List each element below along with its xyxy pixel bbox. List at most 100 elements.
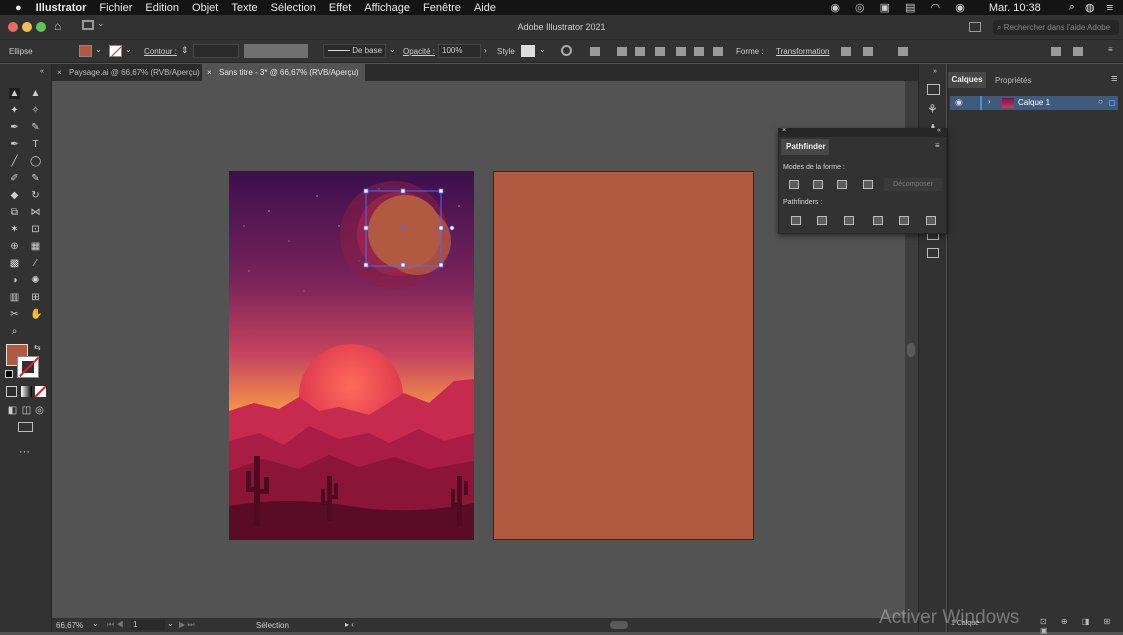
transform-panel-icon[interactable] bbox=[927, 248, 939, 258]
color-mode-icon[interactable] bbox=[6, 386, 17, 397]
opacity-arrow-icon[interactable]: › bbox=[484, 46, 487, 55]
stroke-weight-input[interactable] bbox=[193, 44, 239, 58]
align-bottom-icon[interactable] bbox=[713, 47, 723, 56]
rotate-tool-icon[interactable]: ↻ bbox=[30, 190, 41, 201]
layer-name[interactable]: Calque 1 bbox=[1018, 98, 1050, 107]
minus-back-icon[interactable] bbox=[926, 216, 936, 225]
tab-close-icon[interactable]: × bbox=[207, 64, 212, 81]
intersect-icon[interactable] bbox=[837, 180, 847, 189]
outline-icon[interactable] bbox=[899, 216, 909, 225]
paintbrush-tool-icon[interactable]: ✐ bbox=[9, 173, 20, 184]
help-search-field[interactable]: ⌕ Rechercher dans l'aide Adobe bbox=[993, 20, 1119, 35]
line-tool-icon[interactable]: ╱ bbox=[9, 156, 20, 167]
shape-builder-tool-icon[interactable]: ⊕ bbox=[9, 241, 20, 252]
crop-icon[interactable] bbox=[873, 216, 883, 225]
pathfinder-collapse-icon[interactable]: « bbox=[937, 127, 941, 134]
merge-icon[interactable] bbox=[844, 216, 854, 225]
artboard-landscape[interactable] bbox=[229, 171, 474, 540]
status-arrow-icon[interactable]: ▸ ‹ bbox=[345, 620, 354, 629]
symbol-sprayer-tool-icon[interactable]: ✺ bbox=[30, 275, 41, 286]
align-left-icon[interactable] bbox=[617, 47, 627, 56]
target-icon[interactable]: ○ bbox=[1098, 97, 1103, 106]
width-tool-icon[interactable]: ⋈ bbox=[30, 207, 41, 218]
lasso-tool-icon[interactable]: ✧ bbox=[30, 105, 41, 116]
toolbar-collapse-icon[interactable]: « bbox=[40, 68, 44, 75]
menu-file[interactable]: Fichier bbox=[99, 2, 132, 14]
selection-tool-icon[interactable]: ▲ bbox=[9, 88, 20, 99]
pen-tool-icon[interactable]: ✒ bbox=[9, 122, 20, 133]
slice-tool-icon[interactable]: ✂ bbox=[9, 309, 20, 320]
dock-collapse-icon[interactable]: » bbox=[933, 68, 937, 75]
fill-dropdown-chevron-icon[interactable]: ⌄ bbox=[95, 45, 102, 54]
tab-close-icon[interactable]: × bbox=[57, 64, 62, 81]
stroke-swatch[interactable] bbox=[109, 45, 122, 57]
menu-view[interactable]: Affichage bbox=[364, 2, 410, 14]
menu-text[interactable]: Texte bbox=[231, 2, 257, 14]
tab-calques[interactable]: Calques bbox=[948, 72, 986, 88]
zoom-tool-icon[interactable]: ⌕ bbox=[9, 326, 20, 337]
divide-icon[interactable] bbox=[791, 216, 801, 225]
zoom-level[interactable]: 66,67% bbox=[56, 621, 83, 630]
pathfinder-header[interactable]: × « bbox=[779, 127, 946, 137]
style-chevron-icon[interactable]: ⌄ bbox=[539, 45, 546, 54]
trim-icon[interactable] bbox=[817, 216, 827, 225]
selection-indicator[interactable] bbox=[1109, 100, 1115, 106]
magic-wand-tool-icon[interactable]: ✦ bbox=[9, 105, 20, 116]
draw-mode-icon[interactable]: ◧ bbox=[7, 405, 18, 416]
gradient-mode-icon[interactable] bbox=[21, 386, 32, 397]
puppet-warp-icon[interactable] bbox=[863, 47, 873, 56]
menu-window[interactable]: Fenêtre bbox=[423, 2, 461, 14]
align-middle-icon[interactable] bbox=[694, 47, 704, 56]
menu-edit[interactable]: Edition bbox=[145, 2, 179, 14]
hand-tool-icon[interactable]: ✋ bbox=[30, 309, 42, 320]
scale-tool-icon[interactable]: ⧉ bbox=[9, 207, 20, 218]
menu-help[interactable]: Aide bbox=[474, 2, 496, 14]
free-transform-tool-icon[interactable]: ⊡ bbox=[30, 224, 41, 235]
align-center-icon[interactable] bbox=[635, 47, 645, 56]
anchor-tool-icon[interactable]: ✒ bbox=[9, 139, 20, 150]
arrange-documents-icon[interactable] bbox=[1051, 47, 1061, 56]
exclude-icon[interactable] bbox=[863, 180, 873, 189]
artboard-chevron-icon[interactable]: ⌄ bbox=[167, 619, 174, 628]
opacity-input[interactable]: 100% bbox=[438, 44, 481, 58]
pathfinder-tab[interactable]: Pathfinder bbox=[781, 139, 829, 155]
stroke-weight-stepper[interactable]: ⇕ bbox=[181, 45, 189, 56]
align-top-icon[interactable] bbox=[676, 47, 686, 56]
expand-button[interactable]: Décomposer bbox=[884, 178, 942, 191]
graph-tool-icon[interactable]: ▥ bbox=[9, 292, 20, 303]
recolor-icon[interactable] bbox=[561, 45, 572, 56]
curvature-tool-icon[interactable]: ✎ bbox=[30, 122, 41, 133]
unite-icon[interactable] bbox=[789, 180, 799, 189]
horizontal-scroll-thumb[interactable] bbox=[610, 621, 628, 629]
eraser-tool-icon[interactable]: ◆ bbox=[9, 190, 20, 201]
stroke-dropdown-chevron-icon[interactable]: ⌄ bbox=[125, 45, 132, 54]
arrange-icon[interactable] bbox=[969, 22, 981, 32]
variable-width-field[interactable] bbox=[244, 44, 308, 58]
type-tool-icon[interactable]: T bbox=[30, 139, 41, 150]
tab-proprietes[interactable]: Propriétés bbox=[995, 76, 1031, 85]
isolate-icon[interactable] bbox=[841, 47, 851, 56]
menu-object[interactable]: Objet bbox=[192, 2, 218, 14]
menu-app[interactable]: Illustrator bbox=[36, 2, 87, 14]
direct-selection-tool-icon[interactable]: ▲ bbox=[30, 88, 41, 99]
artboard-number-field[interactable]: 1 bbox=[131, 620, 165, 630]
properties-panel-icon[interactable]: ⚘ bbox=[927, 102, 938, 116]
brush-definition-dropdown[interactable]: De base bbox=[323, 44, 386, 58]
transform-label[interactable]: Transformation bbox=[776, 47, 830, 56]
siri-icon[interactable]: ◍ bbox=[1085, 1, 1095, 14]
menu-effect[interactable]: Effet bbox=[329, 2, 351, 14]
minus-front-icon[interactable] bbox=[813, 180, 823, 189]
draw-behind-icon[interactable]: ◎ bbox=[34, 405, 45, 416]
next-artboard-icon[interactable]: ▶ ⏭ bbox=[179, 620, 195, 630]
pathfinder-menu-icon[interactable]: ≡ bbox=[935, 141, 940, 150]
align-to-icon[interactable] bbox=[590, 47, 600, 56]
first-artboard-icon[interactable]: ⏮ ◀ bbox=[107, 620, 124, 630]
tab-paysage[interactable]: × Paysage.ai @ 66,67% (RVB/Aperçu) bbox=[52, 64, 202, 81]
stroke-color-box[interactable] bbox=[17, 356, 39, 378]
default-colors-icon[interactable] bbox=[5, 370, 13, 378]
expand-chevron-icon[interactable]: › bbox=[988, 97, 991, 106]
layers-panel-menu-icon[interactable]: ≡ bbox=[1111, 73, 1117, 85]
current-tool-status[interactable]: Sélection bbox=[256, 621, 289, 630]
opacity-label[interactable]: Opacité : bbox=[403, 47, 435, 56]
libraries-icon[interactable] bbox=[927, 84, 940, 95]
